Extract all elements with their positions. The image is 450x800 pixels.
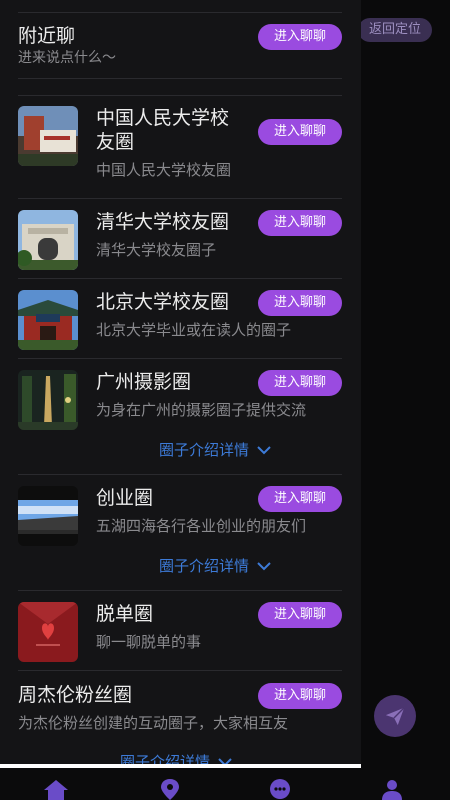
red-envelope-icon [18,602,78,662]
divider [18,78,342,79]
drawer-bottom-edge [0,764,361,768]
chevron-down-icon [257,562,271,571]
profile-icon[interactable] [378,778,406,800]
divider [18,198,342,199]
group-desc: 聊一聊脱单的事 [96,633,202,651]
paper-plane-icon [385,707,405,726]
nearby-chat-row[interactable]: 附近聊 进来说点什么～ 进入聊聊 [18,24,342,70]
tsinghua-gate-icon [18,210,78,270]
peking-gate-icon [18,290,78,350]
group-title: 周杰伦粉丝圈 [18,684,133,706]
return-location-button[interactable]: 返回定位 [358,18,432,42]
bottom-tab-bar [0,770,450,800]
divider [18,95,342,96]
enter-chat-button[interactable]: 进入聊聊 [258,119,342,145]
list-item[interactable]: 中国人民大学校 友圈 中国人民大学校友圈 进入聊聊 [18,106,342,186]
divider [18,278,342,279]
enter-chat-button[interactable]: 进入聊聊 [258,210,342,236]
group-desc: 为杰伦粉丝创建的互动圈子，大家相互友 [18,714,289,732]
home-icon[interactable] [42,778,70,800]
group-desc: 中国人民大学校友圈 [96,161,232,179]
list-item[interactable]: 脱单圈 聊一聊脱单的事 进入聊聊 [18,602,342,662]
divider [18,358,342,359]
nearby-subtitle: 进来说点什么～ [18,50,116,66]
divider [18,590,342,591]
screen: 返回定位 附近聊 进来说点什么～ 进入聊聊 中国人民大学校 友圈 中国人民大学校… [0,0,450,800]
circle-list-drawer: 附近聊 进来说点什么～ 进入聊聊 中国人民大学校 友圈 中国人民大学校友圈 进入… [0,0,361,768]
group-title: 中国人民大学校 [96,107,230,129]
detail-link-label: 圈子介绍详情 [159,441,250,459]
enter-chat-button[interactable]: 进入聊聊 [258,290,342,316]
divider [18,12,342,13]
group-desc: 为身在广州的摄影圈子提供交流 [96,401,307,419]
location-pin-icon[interactable] [156,778,184,800]
group-desc: 清华大学校友圈子 [96,241,217,259]
enter-chat-button[interactable]: 进入聊聊 [258,486,342,512]
group-desc: 五湖四海各行各业创业的朋友们 [96,517,307,535]
nearby-title: 附近聊 [18,25,76,47]
detail-link-label: 圈子介绍详情 [159,557,250,575]
enter-chat-button[interactable]: 进入聊聊 [258,683,342,709]
group-detail-link[interactable]: 圈子介绍详情 [159,440,271,460]
list-item[interactable]: 北京大学校友圈 北京大学毕业或在读人的圈子 进入聊聊 [18,290,342,350]
group-desc: 北京大学毕业或在读人的圈子 [96,321,292,339]
campus-gate-icon [18,106,78,166]
divider [18,670,342,671]
list-item[interactable]: 清华大学校友圈 清华大学校友圈子 进入聊聊 [18,210,342,270]
enter-chat-button[interactable]: 进入聊聊 [258,602,342,628]
sky-road-icon [18,486,78,546]
nearby-enter-button[interactable]: 进入聊聊 [258,24,342,50]
send-button[interactable] [374,695,416,737]
chevron-down-icon [257,446,271,455]
list-item[interactable]: 周杰伦粉丝圈 为杰伦粉丝创建的互动圈子，大家相互友 进入聊聊 [18,683,342,743]
canton-tower-icon [18,370,78,430]
divider [18,474,342,475]
enter-chat-button[interactable]: 进入聊聊 [258,370,342,396]
group-detail-link[interactable]: 圈子介绍详情 [159,556,271,576]
chat-bubble-icon[interactable] [266,778,294,800]
